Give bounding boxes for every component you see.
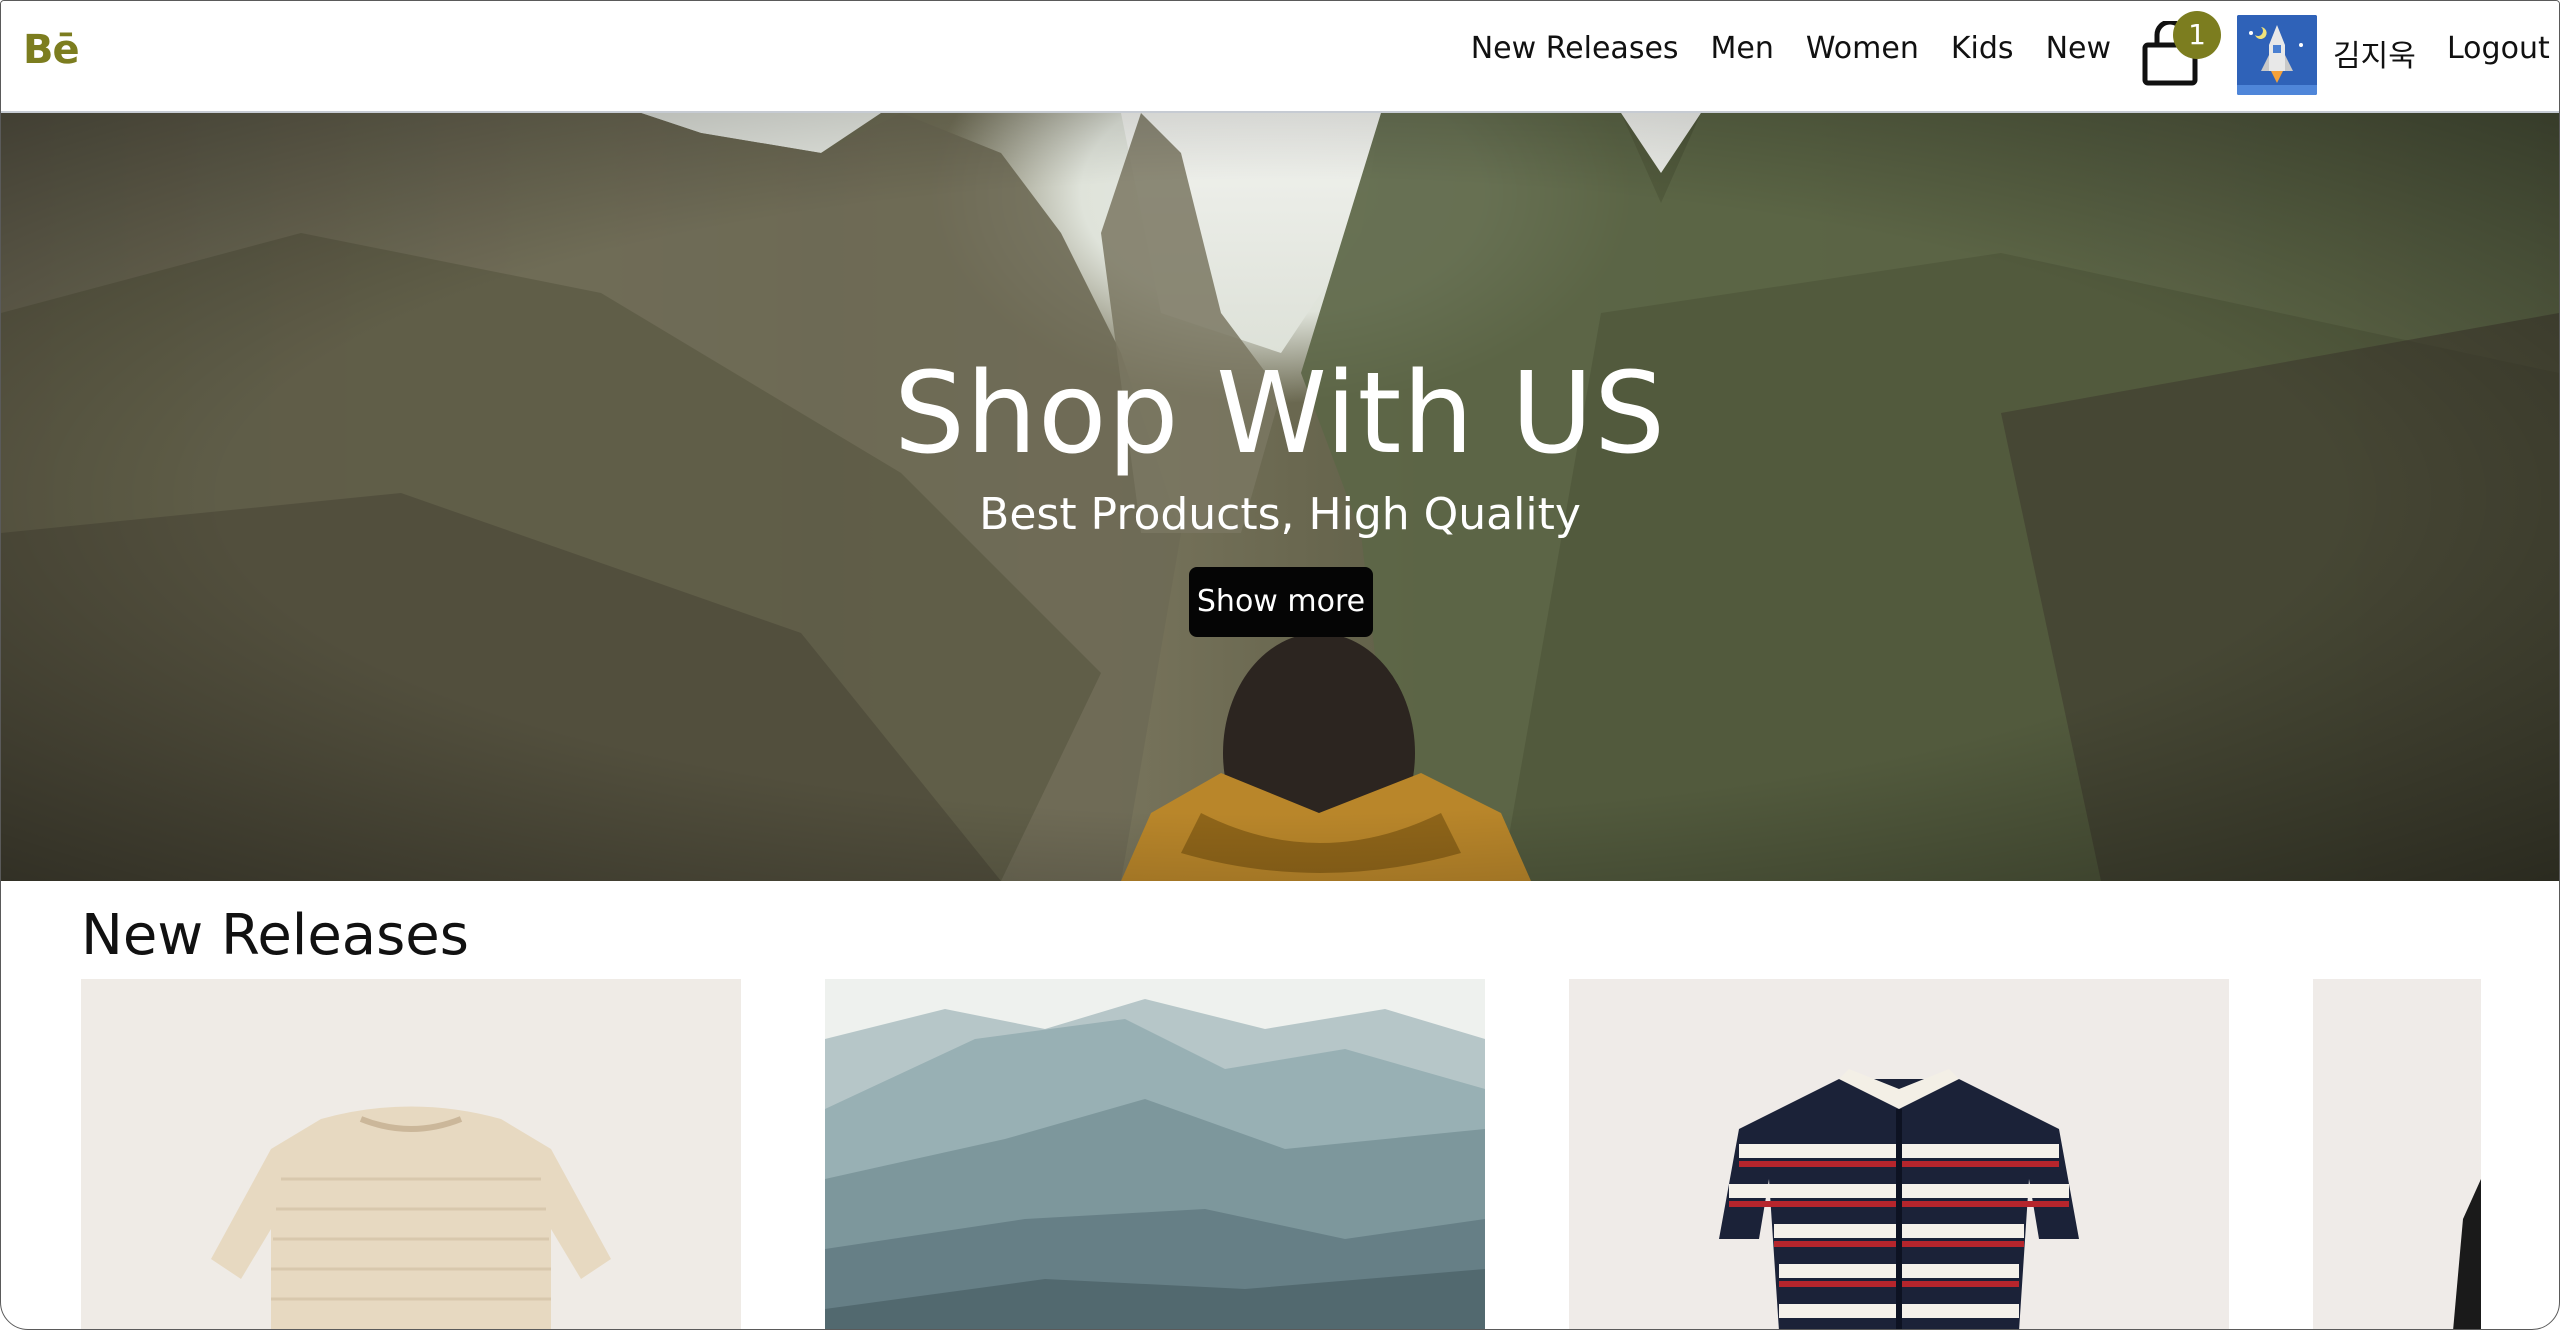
product-card[interactable] (1569, 979, 2229, 1329)
product-card[interactable] (2313, 979, 2481, 1329)
user-avatar[interactable] (2237, 15, 2317, 95)
hero-banner: Shop With US Best Products, High Quality… (1, 113, 2559, 881)
section-title-new-releases: New Releases (81, 903, 469, 968)
product-image-tweed-dress (81, 979, 741, 1329)
logout-link[interactable]: Logout (2447, 31, 2550, 66)
nav-item-new[interactable]: New (2046, 31, 2111, 66)
brand-logo[interactable]: Bē (23, 27, 80, 73)
nav-item-new-releases[interactable]: New Releases (1471, 31, 1679, 66)
cart-count-badge: 1 (2173, 11, 2221, 59)
nav-item-men[interactable]: Men (1711, 31, 1774, 66)
product-image-partial (2313, 979, 2481, 1329)
show-more-button[interactable]: Show more (1189, 567, 1373, 637)
main-nav: New Releases Men Women Kids New (1471, 31, 2111, 66)
nav-item-kids[interactable]: Kids (1951, 31, 2014, 66)
hero-title: Shop With US (893, 349, 1667, 479)
user-name[interactable]: 김지욱 (2333, 31, 2416, 75)
nav-item-women[interactable]: Women (1806, 31, 1919, 66)
product-image-mountains (825, 979, 1485, 1329)
product-card[interactable] (81, 979, 741, 1329)
product-image-striped-polo (1569, 979, 2229, 1329)
browser-frame: Bē New Releases Men Women Kids New 1 김지욱… (0, 0, 2560, 1330)
top-navbar: Bē New Releases Men Women Kids New 1 김지욱… (1, 1, 2559, 113)
hero-subtitle: Best Products, High Quality (979, 489, 1581, 540)
product-card[interactable] (825, 979, 1485, 1329)
